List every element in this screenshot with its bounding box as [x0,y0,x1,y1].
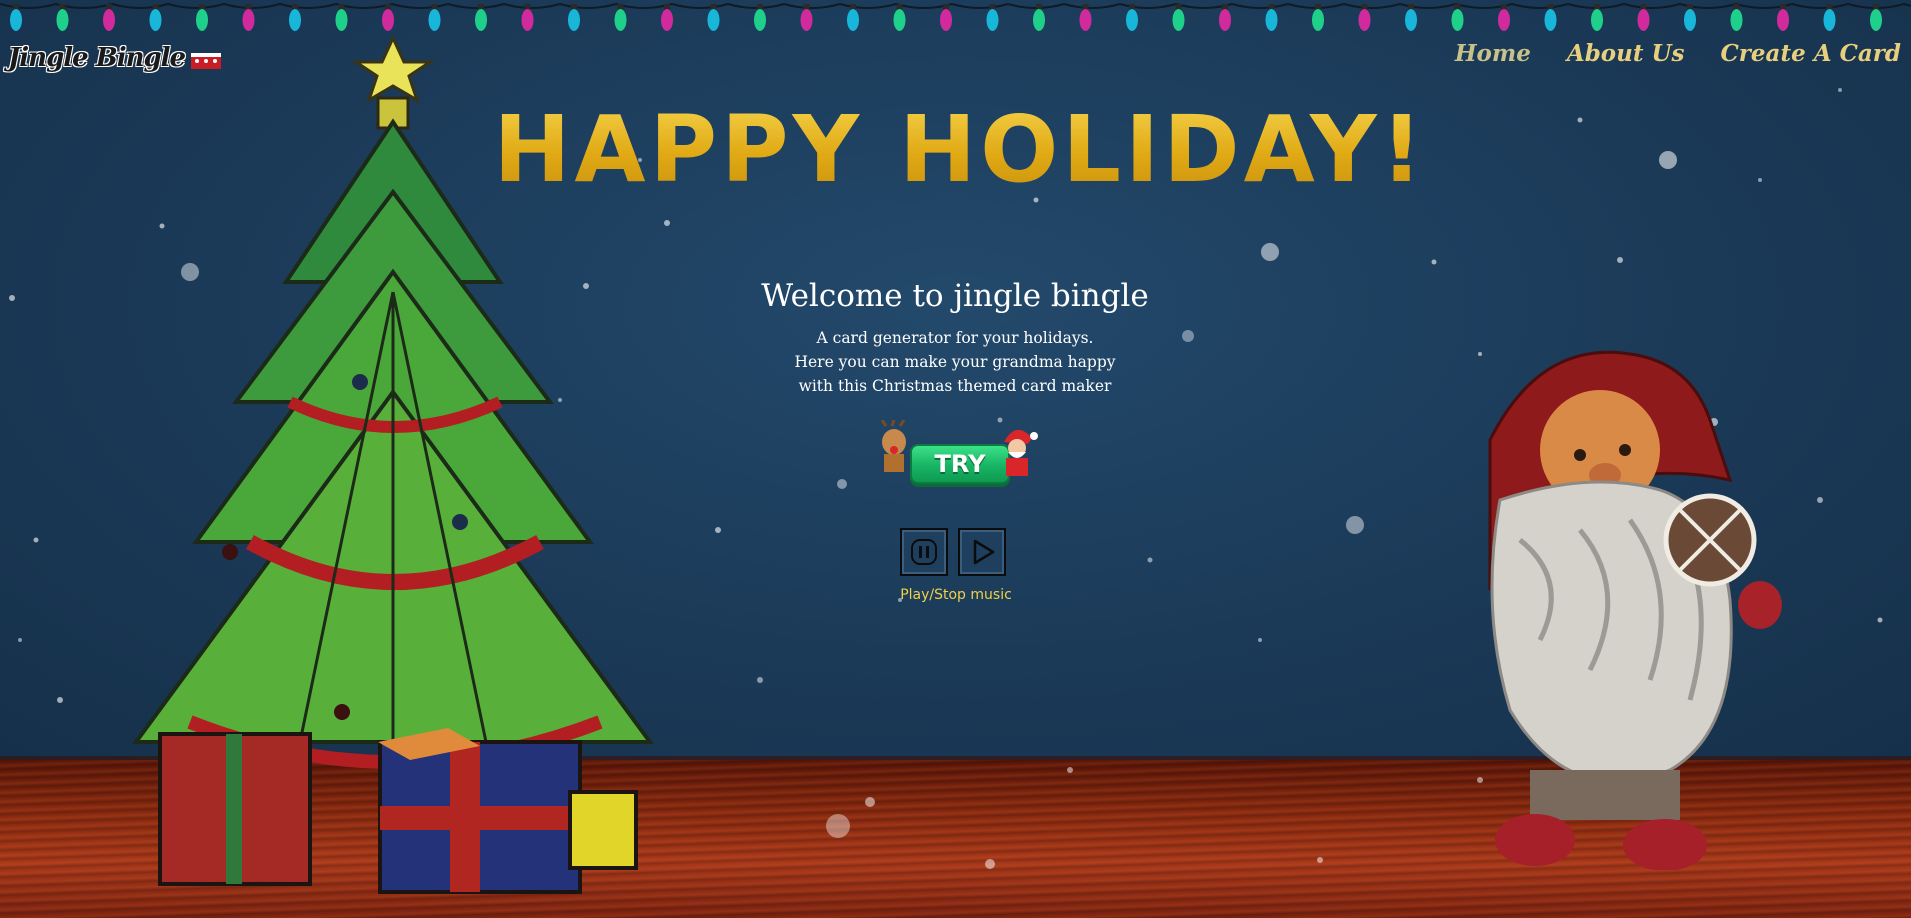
desc-line-3: with this Christmas themed card maker [798,377,1112,395]
light-bulb [1358,9,1371,31]
light-bulb [1172,9,1185,31]
desc-line-1: A card generator for your holidays. [816,329,1094,347]
nav-about-us[interactable]: About Us [1567,40,1685,67]
desc-line-2: Here you can make your grandma happy [794,353,1116,371]
welcome-title: Welcome to jingle bingle [761,278,1149,314]
reindeer-icon [880,420,906,472]
light-bulb [1265,9,1278,31]
try-button-label: TRY [910,444,1010,484]
light-bulb [1823,9,1836,31]
light-bulb [1637,9,1650,31]
play-icon [973,539,995,565]
light-bulb [1870,9,1882,31]
page-headline: HAPPY HOLIDAY! [480,100,1440,200]
light-bulb [1219,9,1231,31]
light-bulb [1544,9,1557,31]
light-bulb [1498,9,1510,31]
light-bulb [893,9,906,31]
light-bulb [986,9,999,31]
light-bulb [1451,9,1464,31]
light-bulb [56,9,69,31]
light-bulb [1405,9,1417,31]
nav-create-card[interactable]: Create A Card [1721,40,1902,67]
welcome-description: A card generator for your holidays. Here… [655,326,1255,398]
music-controls [900,528,1006,576]
light-bulb [103,9,115,31]
santa-icon [1004,429,1038,476]
light-bulb [847,9,859,31]
light-bulb [1079,9,1092,31]
pause-icon [911,539,937,565]
light-bulb [940,9,952,31]
light-bulb [1033,9,1045,31]
light-bulb [1126,9,1138,31]
light-bulb [10,9,22,31]
light-bulb [1591,9,1603,31]
main-nav: Home About Us Create A Card [1455,40,1901,67]
light-bulb [707,9,720,31]
pause-music-button[interactable] [900,528,948,576]
light-bulb [754,9,766,31]
light-bulb [1684,9,1696,31]
nav-home[interactable]: Home [1455,40,1531,67]
light-bulb [1312,9,1324,31]
try-button[interactable]: TRY [876,418,1038,490]
light-bulb [1730,9,1743,31]
light-bulb [800,9,813,31]
music-label: Play/Stop music [900,587,1012,603]
play-music-button[interactable] [958,528,1006,576]
santa-figurine-image [1488,350,1782,870]
light-bulb [1777,9,1789,31]
